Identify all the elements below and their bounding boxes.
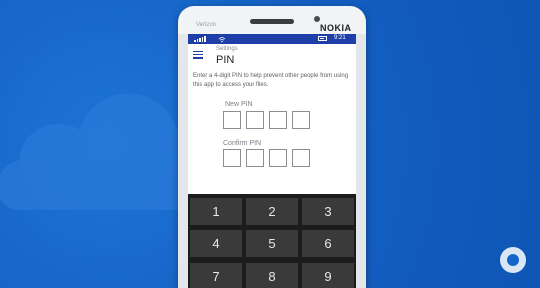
confirm-pin-digit-1[interactable] xyxy=(223,149,241,167)
key-3[interactable]: 3 xyxy=(302,198,354,225)
key-2[interactable]: 2 xyxy=(246,198,298,225)
speaker-grille xyxy=(250,19,294,24)
key-4[interactable]: 4 xyxy=(190,230,242,258)
key-1[interactable]: 1 xyxy=(190,198,242,225)
numeric-keypad: 1 2 3 4 5 6 7 8 9 xyxy=(188,194,356,288)
pin-description: Enter a 4-digit PIN to help prevent othe… xyxy=(193,73,349,88)
key-5[interactable]: 5 xyxy=(246,230,298,258)
new-pin-digit-4[interactable] xyxy=(292,111,310,129)
confirm-pin-digit-3[interactable] xyxy=(269,149,287,167)
confirm-pin-boxes xyxy=(223,149,310,167)
confirm-pin-digit-2[interactable] xyxy=(246,149,264,167)
hamburger-menu-icon[interactable] xyxy=(193,51,203,59)
cloud-icon xyxy=(0,93,200,210)
key-7[interactable]: 7 xyxy=(190,262,242,288)
confirm-pin-digit-4[interactable] xyxy=(292,149,310,167)
page-title: PIN xyxy=(216,54,235,66)
new-pin-digit-2[interactable] xyxy=(246,111,264,129)
clock: 9:21 xyxy=(334,35,346,41)
status-bar: 9:21 xyxy=(188,34,356,44)
confirm-pin-label: Confirm PIN xyxy=(223,140,262,147)
screen: 9:21 Settings PIN Enter a 4-digit PIN to… xyxy=(188,34,356,288)
new-pin-digit-3[interactable] xyxy=(269,111,287,129)
new-pin-label: New PIN xyxy=(225,101,253,108)
neowin-logo-icon xyxy=(500,247,526,273)
brand-logo: NOKIA xyxy=(320,23,352,33)
phone-right-bezel xyxy=(356,34,366,288)
new-pin-digit-1[interactable] xyxy=(223,111,241,129)
signal-icon xyxy=(194,36,206,42)
key-9[interactable]: 9 xyxy=(302,262,354,288)
phone-top-bezel: Verizon NOKIA xyxy=(178,6,366,34)
front-camera-icon xyxy=(314,16,320,22)
key-6[interactable]: 6 xyxy=(302,230,354,258)
breadcrumb: Settings xyxy=(216,46,238,52)
battery-icon xyxy=(318,36,327,41)
key-8[interactable]: 8 xyxy=(246,262,298,288)
carrier-logo: Verizon xyxy=(196,22,217,28)
phone-left-bezel xyxy=(178,34,188,288)
new-pin-boxes xyxy=(223,111,310,129)
phone: Verizon NOKIA 9:21 Settings PIN Enter a … xyxy=(178,6,366,288)
wifi-icon xyxy=(218,37,226,43)
